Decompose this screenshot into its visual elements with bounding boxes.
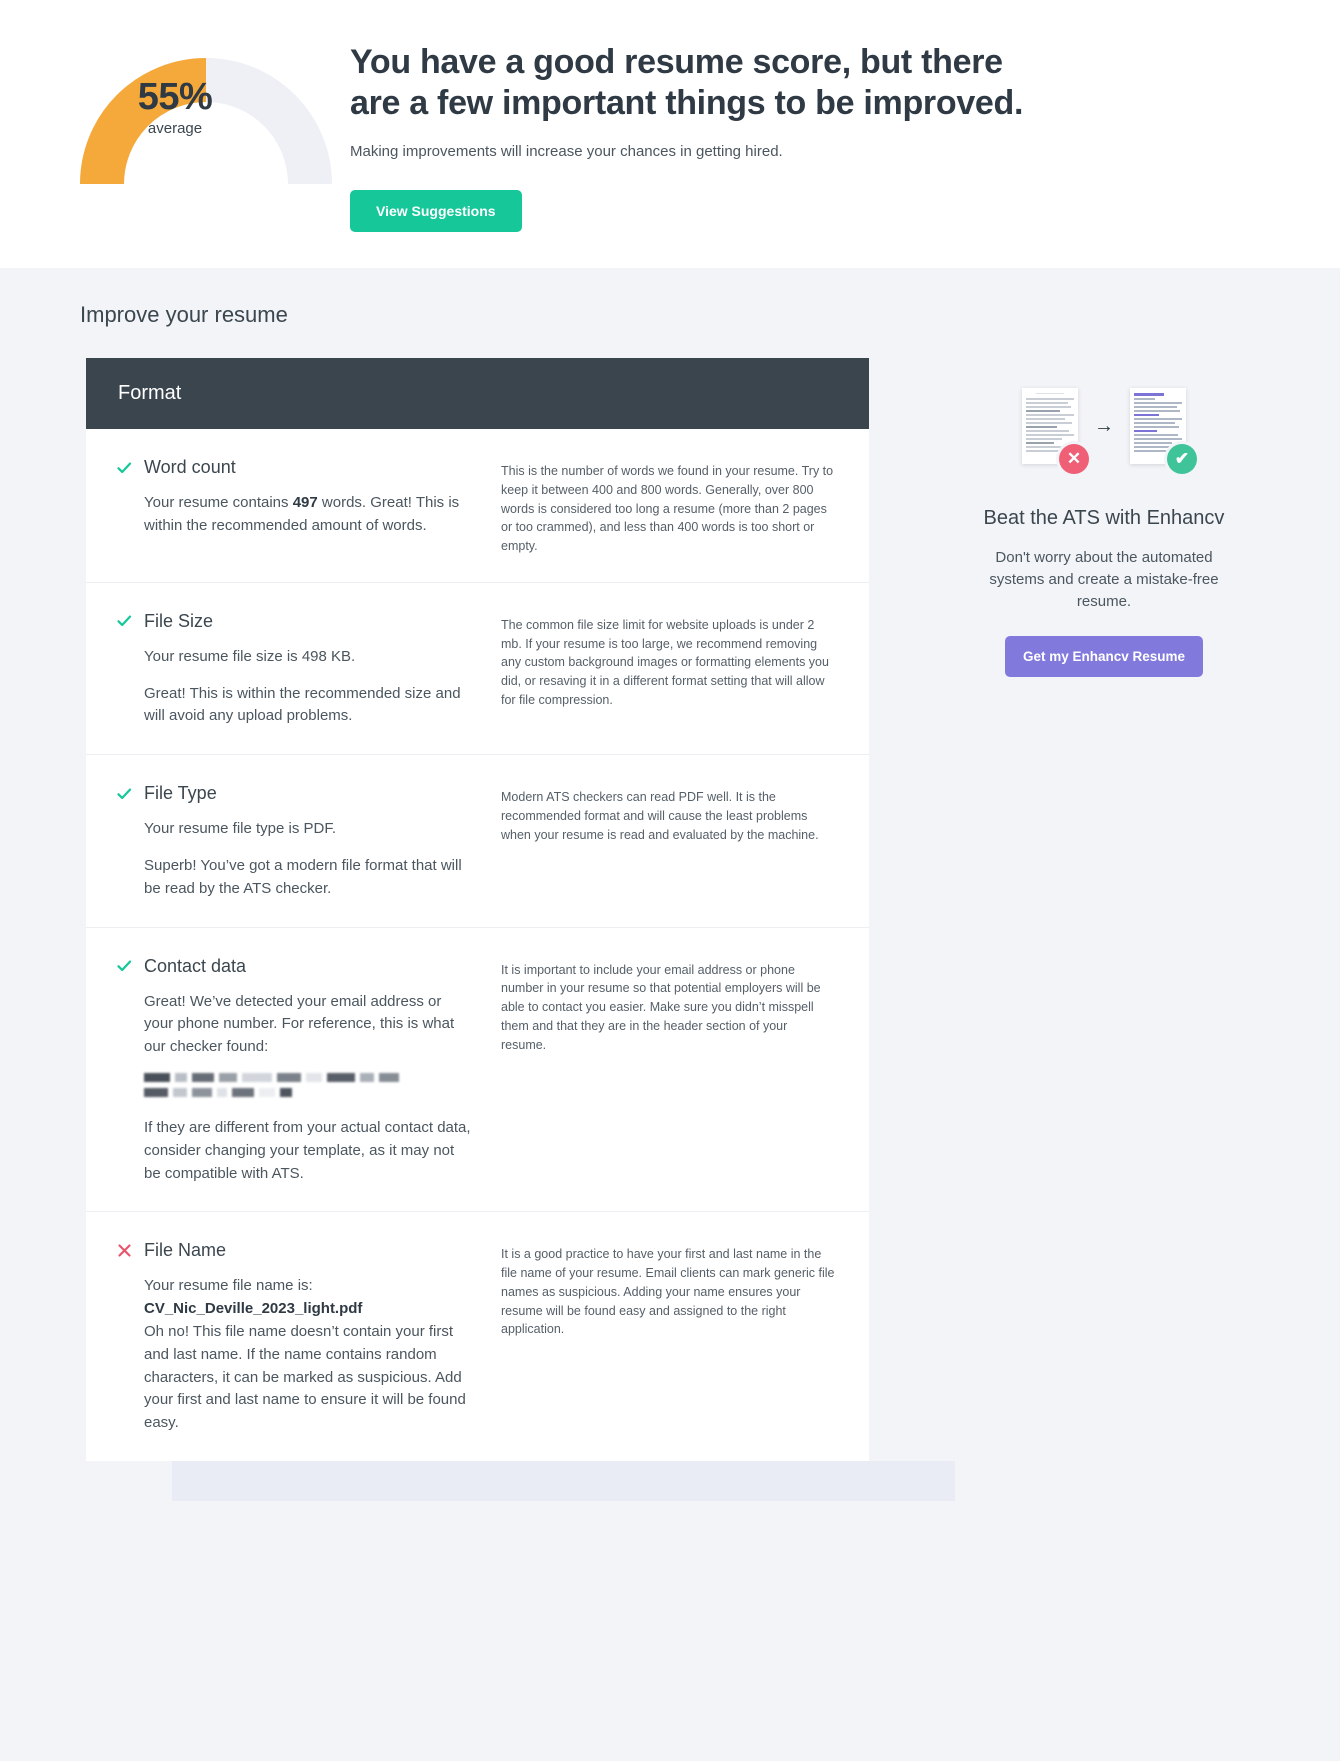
error-badge-icon: ✕ xyxy=(1059,443,1089,474)
check-row-left: File Type Your resume file type is PDF. … xyxy=(86,783,501,900)
check-row-left: Contact data Great! We’ve detected your … xyxy=(86,956,501,1186)
check-body: Your resume file type is PDF. Superb! Yo… xyxy=(144,818,473,900)
page-title: You have a good resume score, but there … xyxy=(350,43,1024,123)
check-row-right: This is the number of words we found in … xyxy=(501,457,869,556)
view-suggestions-button[interactable]: View Suggestions xyxy=(350,189,522,232)
check-description: This is the number of words we found in … xyxy=(501,464,834,553)
check-row-right: Modern ATS checkers can read PDF well. I… xyxy=(501,783,869,900)
promo-title: Beat the ATS with Enhancv xyxy=(983,507,1225,529)
promo-illustration: ✕ → ✔ xyxy=(954,368,1254,483)
format-card-column: Format Word count Your resume contains 4… xyxy=(86,358,955,1501)
check-body-line2: If they are different from your actual c… xyxy=(144,1118,471,1182)
improve-section: Improve your resume Format Word count Yo… xyxy=(0,268,1340,1501)
get-enhancv-resume-button[interactable]: Get my Enhancv Resume xyxy=(1004,636,1204,678)
check-title: Contact data xyxy=(144,955,247,976)
redacted-contact-data xyxy=(144,1072,473,1097)
check-icon xyxy=(116,613,132,629)
resume-file-name: CV_Nic_Deville_2023_light.pdf xyxy=(144,1300,363,1318)
gauge-sublabel: average xyxy=(147,120,203,137)
gauge-percent: 55% xyxy=(137,76,213,118)
bad-resume-thumbnail: ✕ xyxy=(1022,387,1089,474)
check-title: File Size xyxy=(144,610,214,631)
check-row[interactable]: File Name Your resume file name is: CV_N… xyxy=(86,1212,869,1461)
check-description: It is important to include your email ad… xyxy=(501,962,821,1052)
check-title: Word count xyxy=(144,457,236,477)
check-body-line2: Oh no! This file name doesn’t contain yo… xyxy=(144,1322,466,1432)
next-section-placeholder xyxy=(172,1460,955,1501)
check-row-right: It is a good practice to have your first… xyxy=(501,1240,869,1435)
check-icon xyxy=(116,460,132,476)
check-row[interactable]: Contact data Great! We’ve detected your … xyxy=(86,928,869,1213)
section-heading: Improve your resume xyxy=(80,302,288,327)
check-description: The common file size limit for website u… xyxy=(501,617,829,707)
promo-description: Don't worry about the automated systems … xyxy=(989,549,1219,610)
resume-score-gauge: 55% average xyxy=(0,0,350,184)
hero-section: 55% average You have a good resume score… xyxy=(0,0,1340,268)
format-card-header: Format xyxy=(86,358,869,429)
good-resume-thumbnail: ✔ xyxy=(1130,387,1197,474)
check-body-line2: Superb! You’ve got a modern file format … xyxy=(144,856,462,897)
arrow-right-icon: → xyxy=(1094,414,1114,437)
page-subtitle: Making improvements will increase your c… xyxy=(350,142,783,160)
check-body: Your resume file name is: CV_Nic_Deville… xyxy=(144,1275,473,1435)
check-body: Your resume file size is 498 KB. Great! … xyxy=(144,646,473,728)
check-icon xyxy=(116,958,132,974)
x-icon xyxy=(116,1243,132,1259)
check-description: Modern ATS checkers can read PDF well. I… xyxy=(501,790,819,842)
check-body: Great! We’ve detected your email address… xyxy=(144,991,473,1186)
ats-promo-card: ✕ → ✔ Beat the ATS with Enhancv Don't wo… xyxy=(954,358,1254,678)
check-title: File Type xyxy=(144,783,217,804)
check-description: It is a good practice to have your first… xyxy=(501,1247,835,1337)
success-badge-icon: ✔ xyxy=(1167,443,1197,474)
check-row[interactable]: Word count Your resume contains 497 word… xyxy=(86,429,869,583)
word-count-value: 497 xyxy=(292,494,318,511)
hero-text-block: You have a good resume score, but there … xyxy=(350,0,1050,232)
check-row-left: File Name Your resume file name is: CV_N… xyxy=(86,1240,501,1435)
check-icon xyxy=(116,786,132,802)
check-body: Your resume contains 497 words. Great! T… xyxy=(144,494,460,534)
check-body-line1: Your resume file name is: xyxy=(144,1277,313,1295)
check-row-left: File Size Your resume file size is 498 K… xyxy=(86,611,501,728)
check-body-line1: Your resume file type is PDF. xyxy=(144,820,337,838)
check-body-line1: Great! We’ve detected your email address… xyxy=(144,992,455,1056)
check-row-left: Word count Your resume contains 497 word… xyxy=(86,457,501,556)
check-row[interactable]: File Type Your resume file type is PDF. … xyxy=(86,755,869,928)
check-row-right: The common file size limit for website u… xyxy=(501,611,869,728)
check-row-right: It is important to include your email ad… xyxy=(501,956,869,1186)
check-row[interactable]: File Size Your resume file size is 498 K… xyxy=(86,583,869,756)
check-title: File Name xyxy=(144,1240,227,1261)
check-body-line2: Great! This is within the recommended si… xyxy=(144,684,461,725)
format-card: Format Word count Your resume contains 4… xyxy=(86,358,869,1461)
check-body-line1: Your resume file size is 498 KB. xyxy=(144,647,356,665)
